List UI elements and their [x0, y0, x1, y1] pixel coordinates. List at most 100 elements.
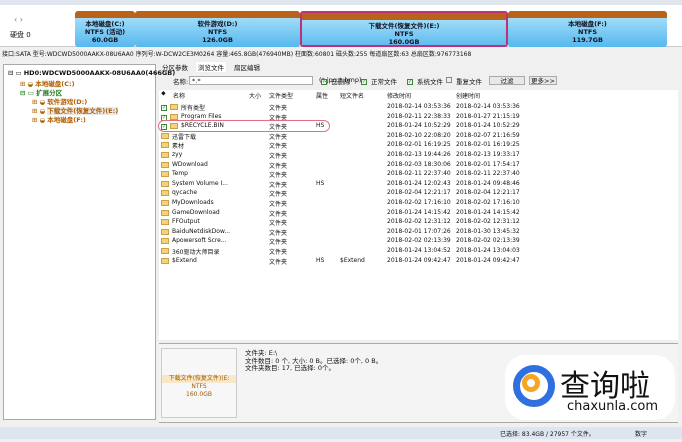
status-bar: 已选择: 83.4GB / 27957 个文件。 数字	[0, 427, 682, 439]
file-created: 2018-02-01 17:54:17	[456, 160, 520, 168]
file-created: 2018-02-14 03:53:36	[456, 103, 520, 110]
file-modified: 2018-02-13 19:44:26	[387, 151, 451, 158]
file-modified: 2018-02-04 12:21:17	[387, 189, 451, 197]
file-created: 2018-02-04 12:21:17	[456, 189, 520, 197]
table-row[interactable]: System Volume I... 文件夹 HS 2018-01-24 12:02:…	[159, 179, 678, 189]
partition-1[interactable]: 软件游戏(D:) NTFS 126.0GB	[135, 11, 300, 47]
system-checkbox[interactable]: ✓	[407, 76, 415, 85]
file-modified: 2018-01-24 13:04:52	[387, 247, 451, 254]
partition-fs: NTFS	[208, 28, 227, 36]
partition-fs: NTFS	[394, 30, 414, 38]
tab-sector-edit[interactable]: 扇区编辑	[234, 62, 260, 72]
file-name: qycache	[172, 189, 198, 197]
file-type: 文件夹	[269, 258, 288, 266]
file-created: 2018-02-02 12:31:12	[456, 218, 520, 226]
tree-e[interactable]: ⊞ ◒ 下载文件(恢复文件)(E:)	[6, 105, 153, 115]
col-short[interactable]: 短文件名	[340, 91, 364, 100]
table-row[interactable]: Apowersoft Scre... 文件夹 2018-02-02 02:13:39…	[159, 236, 678, 246]
file-name: Apowersoft Scre...	[172, 237, 227, 245]
table-row[interactable]: zyy 文件夹 2018-02-13 19:44:26 2018-02-13 19:3…	[159, 150, 678, 160]
file-modified: 2018-02-14 03:53:36	[387, 103, 451, 110]
tree-disk[interactable]: ⊟ ▭ HD0:WDCWD5000AAKX-08U6AA0(466GB)	[6, 69, 175, 78]
partition-bar	[75, 11, 135, 18]
file-created: 2018-01-30 13:45:32	[456, 227, 520, 235]
deleted-checkbox[interactable]: ✓	[321, 76, 329, 85]
table-row[interactable]: 360驱动大师目录 文件夹 2018-01-24 13:04:52 2018-01-2…	[159, 246, 678, 256]
table-row[interactable]: ✓ 所有类型 文件夹 2018-02-14 03:53:36 2018-02-14 03…	[159, 102, 678, 112]
file-name: MyDownloads	[172, 199, 214, 206]
duplicate-checkbox[interactable]	[446, 76, 454, 84]
table-row[interactable]: $Extend 文件夹 HS $Extend 2018-01-24 09:42:47 20…	[159, 256, 678, 266]
row-checkbox[interactable]: ✓	[161, 113, 169, 121]
tree-extended[interactable]: ⊟ ▭ 扩展分区	[6, 87, 153, 97]
table-row[interactable]: GameDownload 文件夹 2018-01-24 14:15:42 2018-0…	[159, 208, 678, 218]
partition-2[interactable]: 下载文件(恢复文件)(E:) NTFS 160.0GB	[300, 11, 508, 47]
partition-3[interactable]: 本地磁盘(F:) NTFS 119.7GB	[508, 11, 667, 47]
table-row[interactable]: WDownload 文件夹 2018-02-03 18:30:06 2018-02-0…	[159, 160, 678, 170]
file-modified: 2018-01-24 10:52:29	[387, 122, 451, 130]
more-button[interactable]: 更多>>	[529, 76, 557, 85]
name-label: 名称:	[173, 78, 189, 86]
col-attr[interactable]: 属性	[316, 91, 328, 100]
tab-browse-files[interactable]: 浏览文件	[196, 62, 226, 72]
file-attr: HS	[316, 122, 325, 130]
name-filter-input[interactable]: *.*	[189, 76, 313, 85]
status-mode: 数字	[635, 431, 648, 438]
table-row[interactable]: ✓ $RECYCLE.BIN 文件夹 HS 2018-01-24 10:52:29 201…	[158, 120, 520, 132]
col-type[interactable]: 文件类型	[269, 91, 293, 100]
file-name: $RECYCLE.BIN	[181, 122, 224, 130]
file-modified: 2018-01-24 09:42:47	[387, 256, 451, 264]
col-modified[interactable]: 修改时间	[387, 91, 411, 100]
partition-name: 下载文件(恢复文件)(E:)	[368, 22, 440, 30]
file-created: 2018-01-24 13:04:03	[456, 247, 520, 254]
row-checkbox[interactable]: ✓	[161, 103, 169, 111]
detail-fs: NTFS	[191, 383, 207, 390]
tree-f[interactable]: ⊞ ◒ 本地磁盘(F:)	[6, 114, 153, 124]
file-created: 2018-02-01 16:19:25	[456, 141, 520, 149]
col-name[interactable]: 名称	[173, 91, 185, 100]
table-row[interactable]: ✓ Program Files 文件夹 2018-02-11 22:38:33 2018…	[159, 112, 678, 122]
partition-bar	[302, 13, 506, 20]
detail-line3: 文件夹数目: 17, 已选择: 0个。	[245, 364, 336, 372]
partition-0[interactable]: 本地磁盘(C:) NTFS (活动) 60.0GB	[75, 11, 135, 47]
table-row[interactable]: Temp 文件夹 2018-02-11 22:37:40 2018-02-11 22:…	[159, 169, 678, 179]
table-row[interactable]: 迅雷下载 文件夹 2018-02-10 22:08:20 2018-02-07 21:…	[159, 131, 678, 141]
partition-tree[interactable]: ⊟ ▭ HD0:WDCWD5000AAKX-08U6AA0(466GB) ⊞ ◒…	[3, 64, 175, 420]
deleted-label: 已删除	[331, 78, 351, 86]
file-modified: 2018-01-24 12:02:43	[387, 179, 451, 187]
file-name: GameDownload	[172, 208, 220, 216]
file-name: zyy	[172, 151, 183, 158]
file-modified: 2018-02-11 22:37:40	[387, 170, 451, 178]
col-size[interactable]: 大小	[249, 91, 261, 100]
partition-fs: NTFS (活动)	[84, 28, 126, 36]
partition-name: 软件游戏(D:)	[197, 20, 238, 28]
system-label: 系统文件	[417, 78, 443, 86]
tab-partition-params[interactable]: 分区参数	[162, 62, 188, 72]
table-row[interactable]: qycache 文件夹 2018-02-04 12:21:17 2018-02-04 …	[159, 188, 678, 198]
disk-label: 硬盘 0	[10, 31, 31, 39]
table-row[interactable]: MyDownloads 文件夹 2018-02-02 17:16:10 2018-02…	[159, 198, 678, 208]
col-created[interactable]: 创建时间	[456, 91, 480, 100]
file-name: $Extend	[172, 256, 197, 264]
partition-size: 160.0GB	[388, 38, 420, 46]
file-modified: 2018-02-02 02:13:39	[387, 237, 451, 245]
table-row[interactable]: FFOutput 文件夹 2018-02-02 12:31:12 2018-02-02…	[159, 217, 678, 227]
normal-checkbox[interactable]: ✓	[361, 76, 369, 85]
file-created: 2018-02-13 19:33:17	[456, 151, 520, 158]
logo-search-icon	[522, 374, 540, 392]
tree-d[interactable]: ⊞ ◒ 软件游戏(D:)	[6, 96, 153, 106]
disk-nav-arrows[interactable]: ‹ ›	[14, 15, 23, 24]
partition-size: 119.7GB	[572, 36, 603, 44]
file-created: 2018-02-07 21:16:59	[456, 131, 520, 139]
tree-c[interactable]: ⊞ ◒ 本地磁盘(C:)	[6, 78, 153, 88]
partition-size: 60.0GB	[91, 36, 119, 44]
partition-name: 本地磁盘(F:)	[568, 20, 607, 28]
file-created: 2018-02-11 22:37:40	[456, 170, 520, 178]
table-row[interactable]: 素材 文件夹 2018-02-01 16:19:25 2018-02-01 16:19…	[159, 140, 678, 150]
sort-icon[interactable]: ⯁	[161, 91, 166, 99]
file-list[interactable]: ⯁ 名称 大小 文件类型 属性 短文件名 修改时间 创建时间 ✓ 所有类型 文件夹 2…	[158, 90, 678, 340]
filter-button[interactable]: 过滤	[489, 76, 525, 85]
file-name: Program Files	[181, 112, 222, 120]
row-checkbox[interactable]: ✓	[161, 122, 169, 131]
table-row[interactable]: BaiduNetdiskDow... 文件夹 2018-02-01 17:07:26…	[159, 227, 678, 237]
